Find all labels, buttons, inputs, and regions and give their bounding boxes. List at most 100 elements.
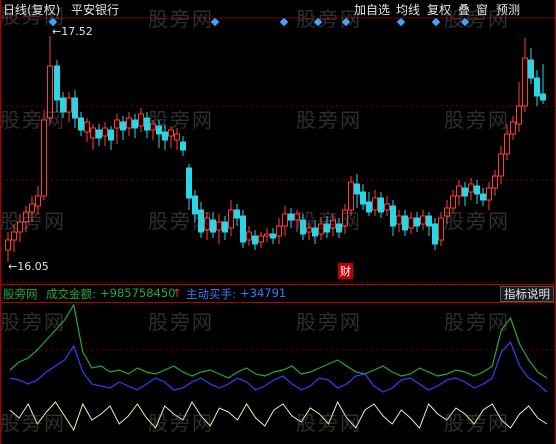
candle-body: [204, 217, 210, 231]
candle-body: [174, 133, 180, 141]
candle-body: [246, 231, 252, 241]
candle-body: [516, 105, 522, 125]
candle-body: [11, 231, 17, 241]
candle-body: [126, 117, 132, 129]
candle-body: [486, 187, 492, 201]
candle-body: [78, 117, 84, 131]
candle-body: [216, 221, 222, 231]
candle-body: [468, 183, 474, 193]
candle-body: [29, 203, 35, 213]
candle-body: [96, 129, 102, 139]
candle-body: [168, 129, 174, 137]
candle-body: [66, 97, 72, 113]
candle-body: [306, 227, 312, 233]
candle-body: [108, 129, 114, 141]
candle-body: [90, 127, 96, 139]
candle-body: [120, 121, 126, 131]
candle-body: [510, 121, 516, 135]
candle-body: [294, 213, 300, 221]
candle-body: [426, 215, 432, 227]
candle-body: [234, 209, 240, 219]
turnover-label: 成交金额:: [46, 287, 96, 301]
active-buy-value: +34791: [240, 286, 287, 300]
candle-body: [528, 59, 534, 79]
indicator-explain-button[interactable]: 指标说明: [500, 286, 554, 302]
candle-body: [41, 119, 47, 197]
candlestick-chart[interactable]: [0, 0, 556, 444]
candle-body: [300, 219, 306, 235]
candle-body: [54, 65, 60, 101]
low-price-label: ←16.05: [8, 260, 49, 273]
candle-body: [456, 185, 462, 197]
candle-body: [354, 183, 360, 195]
candle-body: [324, 223, 330, 233]
candle-body: [360, 191, 366, 205]
up-arrow-icon: ↑: [172, 286, 182, 300]
candle-body: [534, 77, 540, 97]
candle-body: [330, 219, 336, 229]
candle-body: [210, 219, 216, 233]
candle-body: [336, 223, 342, 233]
candle-body: [318, 223, 324, 235]
candle-body: [402, 215, 408, 231]
candle-body: [348, 181, 354, 211]
candle-body: [198, 209, 204, 233]
oscillator-line: [9, 400, 548, 432]
candle-body: [17, 221, 23, 233]
candle-body: [5, 239, 11, 251]
candle-body: [342, 209, 348, 227]
candle-body: [474, 185, 480, 195]
left-arrow-icon: ←: [52, 25, 62, 38]
candle-body: [47, 65, 53, 119]
indicator-info-bar: 股旁网 成交金额: +985758450 ↑ 主动买手: +34791 指标说明: [0, 284, 556, 303]
active-buy-label: 主动买手:: [186, 287, 236, 301]
candle-body: [480, 193, 486, 201]
candle-body: [144, 117, 150, 131]
financial-report-marker[interactable]: 财: [338, 263, 353, 279]
candle-body: [390, 205, 396, 227]
candle-body: [258, 235, 264, 243]
indicator-source: 股旁网: [3, 287, 38, 301]
candle-body: [84, 121, 90, 133]
candle-body: [504, 133, 510, 155]
candle-body: [192, 195, 198, 215]
candle-body: [450, 195, 456, 209]
candle-body: [60, 97, 66, 113]
candle-body: [23, 211, 29, 223]
candle-body: [462, 187, 468, 197]
candle-body: [132, 119, 138, 129]
candle-body: [288, 213, 294, 221]
candle-body: [396, 215, 402, 225]
candle-body: [444, 207, 450, 217]
candle-body: [264, 233, 270, 237]
candle-body: [366, 201, 372, 213]
candle-body: [372, 197, 378, 211]
candle-body: [378, 197, 384, 213]
candle-body: [102, 127, 108, 137]
left-arrow-icon: ←: [8, 260, 18, 273]
candle-body: [156, 125, 162, 135]
candle-body: [432, 223, 438, 245]
candle-body: [276, 225, 282, 237]
stock-chart-window: 日线 (复权) 平安银行 加自选 均线 复权 叠 窗 预测 ←17.52 ←16…: [0, 0, 556, 444]
candle-body: [240, 215, 246, 243]
turnover-line: [9, 303, 548, 379]
candle-body: [498, 153, 504, 177]
candle-body: [282, 213, 288, 227]
candle-body: [114, 119, 120, 129]
candle-body: [408, 217, 414, 229]
candle-body: [270, 233, 276, 239]
candle-body: [35, 195, 41, 207]
candle-body: [252, 235, 258, 245]
candle-body: [438, 217, 444, 241]
candle-body: [162, 131, 168, 141]
candle-body: [492, 175, 498, 189]
candle-body: [420, 215, 426, 225]
candle-body: [186, 167, 192, 199]
candle-body: [180, 141, 186, 151]
candle-body: [72, 97, 78, 119]
high-price-label: ←17.52: [52, 25, 93, 38]
candle-body: [522, 57, 528, 107]
candle-body: [150, 123, 156, 131]
candle-body: [222, 221, 228, 233]
